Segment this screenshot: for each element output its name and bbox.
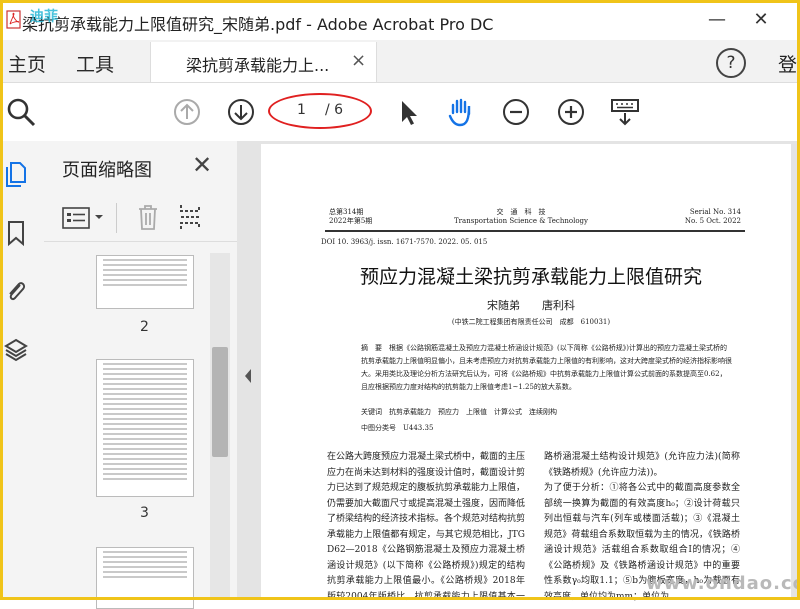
keywords: 关键词 抗剪承载能力 预应力 上限值 计算公式 连续刚构 [361, 408, 557, 416]
zoom-out-icon[interactable] [499, 95, 533, 129]
page-thumbnail-2[interactable] [96, 255, 194, 309]
insert-page-icon[interactable] [178, 203, 202, 231]
thumbnail-scrollbar[interactable] [210, 253, 230, 598]
watermark-top-left: 迪菲 [30, 9, 58, 25]
journal-issue: 总第314期 2022年第5期 [329, 208, 373, 225]
acrobat-logo-icon [6, 10, 21, 29]
pages-icon[interactable] [4, 161, 28, 189]
authors: 宋随弟 唐利科 [487, 299, 575, 312]
attachment-icon[interactable] [4, 277, 28, 305]
page-up-icon[interactable] [170, 95, 204, 129]
close-window-button[interactable]: ✕ [744, 6, 778, 34]
hand-tool-icon[interactable] [444, 95, 478, 129]
left-rail [0, 141, 45, 600]
help-button[interactable]: ? [716, 48, 746, 78]
doi: DOI 10. 3963/j. issn. 1671-7570. 2022. 0… [321, 238, 488, 246]
minimize-button[interactable]: — [700, 6, 734, 34]
abstract: 摘 要 根据《公路钢筋混凝土及预应力混凝土桥涵设计规范》(以下简称《公路桥规》)… [361, 344, 732, 391]
title-bar: 梁抗剪承载能力上限值研究_宋随弟.pdf - Adobe Acrobat Pro… [0, 0, 800, 41]
thumbnail-options-icon[interactable] [62, 207, 90, 229]
menu-home[interactable]: 主页 [8, 50, 46, 77]
scrollbar-thumb[interactable] [212, 347, 228, 457]
document-view[interactable]: 总第314期 2022年第5期 交 通 科 技 Transportation S… [237, 141, 800, 604]
select-cursor-icon[interactable] [392, 95, 426, 129]
header-rule [325, 230, 745, 232]
thumbnail-label-3: 3 [140, 505, 149, 521]
login-button[interactable]: 登 [778, 50, 797, 77]
pdf-page: 总第314期 2022年第5期 交 通 科 技 Transportation S… [261, 144, 791, 604]
panel-close-button[interactable]: ✕ [192, 151, 212, 179]
menu-tools[interactable]: 工具 [76, 50, 114, 77]
page-down-icon[interactable] [224, 95, 258, 129]
body-column-left: 在公路大跨度预应力混凝土梁式桥中，截面的主压应力在尚未达到材料的强度设计值时，截… [327, 452, 526, 602]
keyboard-icon[interactable] [608, 95, 642, 129]
journal-name: 交 通 科 技 Transportation Science & Technol… [454, 208, 588, 225]
panel-title: 页面缩略图 [62, 160, 152, 181]
document-tab-label: 梁抗剪承载能力上... [186, 56, 330, 75]
classification-number: 中图分类号 U443.35 [361, 424, 434, 432]
collapse-panel-icon[interactable] [241, 356, 255, 396]
watermark-bottom-right: www.ondao.com [646, 573, 800, 594]
journal-serial: Serial No. 314 No. 5 Oct. 2022 [684, 208, 741, 225]
window-title: 梁抗剪承载能力上限值研究_宋随弟.pdf - Adobe Acrobat Pro… [22, 15, 494, 34]
thumbnail-label-2: 2 [140, 319, 149, 335]
panel-toolbar [44, 195, 237, 242]
toolbar: 1 / 6 [0, 83, 800, 142]
thumbnail-panel: 页面缩略图 ✕ 2 3 [44, 141, 238, 609]
search-icon[interactable] [4, 95, 38, 129]
divider [116, 203, 117, 233]
chevron-down-icon[interactable] [94, 213, 104, 221]
menu-bar: 主页 工具 [0, 40, 800, 83]
red-highlight-ellipse [268, 93, 372, 129]
zoom-in-icon[interactable] [554, 95, 588, 129]
layers-icon[interactable] [4, 335, 28, 363]
bookmark-icon[interactable] [4, 219, 28, 247]
tab-close-button[interactable]: × [351, 50, 366, 71]
document-tab[interactable]: 梁抗剪承载能力上... × [150, 42, 377, 82]
page-thumbnail-3[interactable] [96, 359, 194, 497]
paper-title: 预应力混凝土梁抗剪承载能力上限值研究 [359, 266, 702, 288]
trash-icon[interactable] [136, 203, 160, 231]
affiliation: (中铁二院工程集团有限责任公司 成都 610031) [451, 318, 611, 326]
